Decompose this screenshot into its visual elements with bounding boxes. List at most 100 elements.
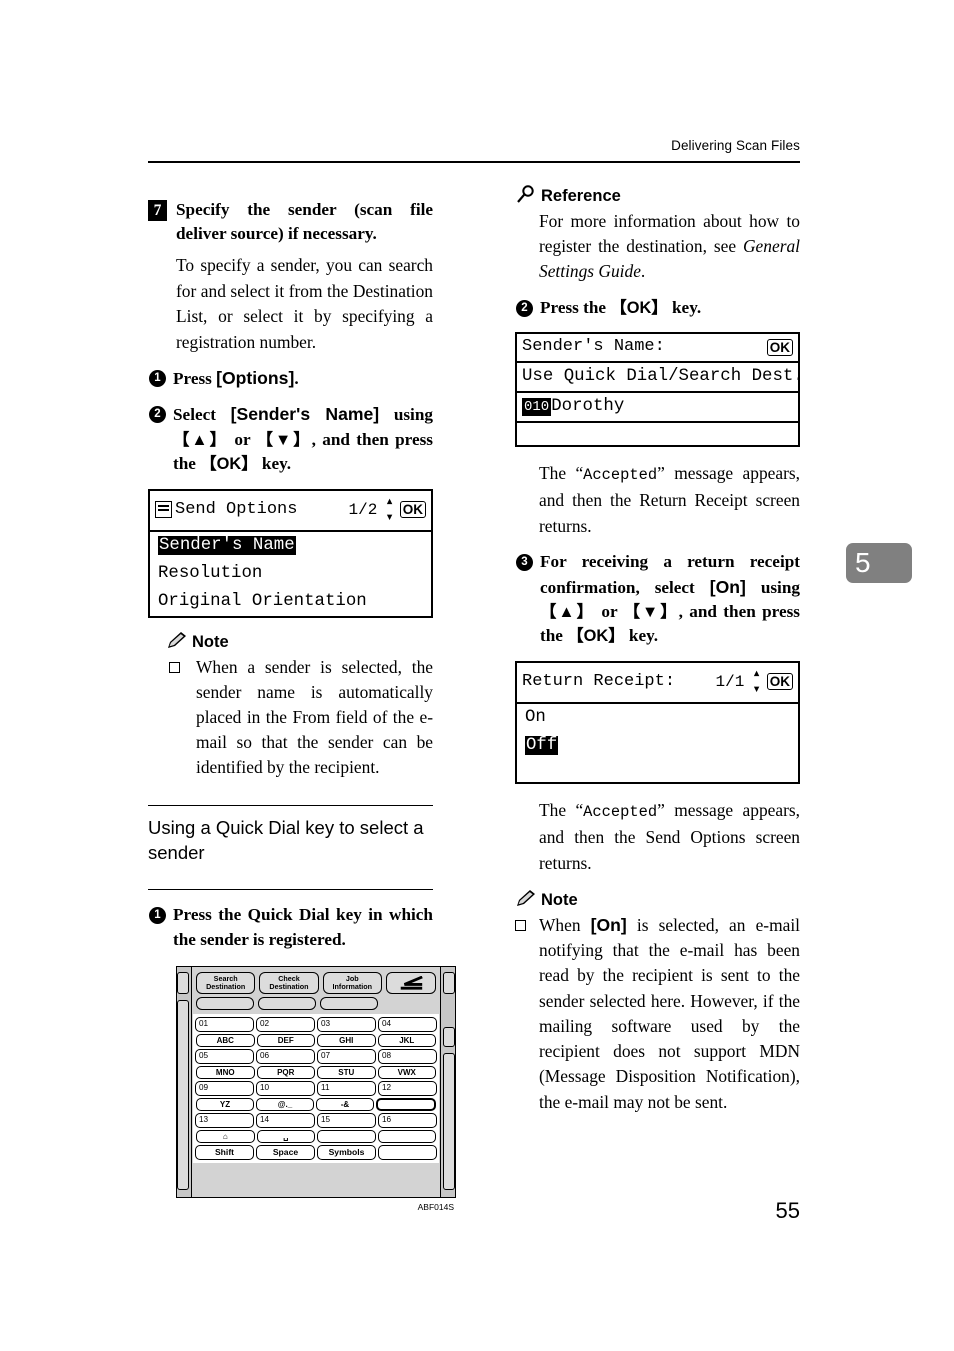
quick-dial-key-07[interactable]: 07 — [317, 1049, 376, 1065]
left-rail-button-top[interactable] — [177, 972, 189, 995]
blank-button-3[interactable] — [320, 997, 378, 1011]
down-arrow-key-right: 【▼】 — [623, 603, 679, 622]
quick-dial-key-04-label: 04 — [382, 1019, 392, 1029]
lcd-send-options: Send Options 1/2 ▴ ▾ OK Sender's Name Res… — [148, 488, 433, 618]
quick-dial-key-11[interactable]: 11 — [317, 1081, 376, 1097]
lcd-row-original-orientation[interactable]: Original Orientation — [150, 588, 431, 616]
letter-key-jkl[interactable]: JKL — [377, 1034, 436, 1048]
bottom-blank-key[interactable] — [378, 1145, 437, 1161]
substep-3-l2-a: confirmation, select — [540, 577, 710, 597]
quick-dial-key-09[interactable]: 09 — [195, 1081, 254, 1097]
shift-key-label: Shift — [214, 1147, 235, 1158]
quick-dial-key-14[interactable]: 14 — [256, 1113, 315, 1129]
senders-name-key: [Sender's Name] — [230, 404, 380, 425]
lcd-return-receipt: Return Receipt: 1/1 ▴ ▾ OK On Off — [515, 660, 800, 784]
letter-key-stu[interactable]: STU — [317, 1066, 376, 1080]
right-rail-button-top[interactable] — [443, 972, 455, 995]
right-rail-button-mid[interactable] — [443, 1027, 455, 1048]
note-callout-right: Note When [On] is selected, an e-mail no… — [515, 890, 800, 1115]
lcd-senders-name-prompt: Use Quick Dial/Search Dest. — [517, 363, 804, 394]
quick-dial-grid: 01 02 03 04 ABC DEF GHI JKL 05 06 07 08 … — [193, 1014, 439, 1164]
quick-dial-step-marker: 1 — [149, 907, 166, 925]
keypad-inner: Search Destination Check Destination Job… — [193, 967, 439, 1197]
section-rule-top — [148, 804, 433, 807]
header-rule — [148, 161, 800, 163]
substep-3-l1: For receiving a return receipt — [540, 552, 800, 572]
letter-key-at-symbols-label: @._ — [277, 1100, 293, 1110]
lcd-senders-name-entry[interactable]: 010 Dorothy — [517, 393, 798, 424]
letter-key-pqr-label: PQR — [277, 1068, 295, 1078]
reference-title-wrap: Reference — [515, 185, 800, 206]
start-key-icon[interactable] — [385, 972, 436, 995]
quick-dial-key-13[interactable]: 13 — [195, 1113, 254, 1129]
lcd-senders-name-title: Sender's Name: — [522, 337, 665, 357]
on-key-note: [On] — [590, 915, 627, 936]
quick-dial-key-02[interactable]: 02 — [256, 1017, 315, 1033]
quick-dial-key-04[interactable]: 04 — [378, 1017, 437, 1033]
substep-3-l2-b: using — [745, 577, 800, 597]
lcd-send-options-title: Send Options — [175, 499, 298, 519]
letter-key-ghi-label: GHI — [339, 1036, 354, 1046]
space-key[interactable]: Space — [256, 1145, 315, 1161]
search-destination-button[interactable]: Search Destination — [196, 972, 256, 995]
quick-dial-key-16[interactable]: 16 — [378, 1113, 437, 1129]
keypad-panel: Search Destination Check Destination Job… — [176, 966, 456, 1199]
symbols-key[interactable]: Symbols — [317, 1145, 376, 1161]
letter-key-dash-amp[interactable]: -& — [316, 1098, 374, 1112]
lcd-send-options-ok-cap: OK — [399, 501, 426, 519]
quick-dial-key-01[interactable]: 01 — [195, 1017, 254, 1033]
lcd-row-resolution[interactable]: Resolution — [150, 560, 431, 588]
quick-dial-key-05[interactable]: 05 — [195, 1049, 254, 1065]
quick-dial-key-12[interactable]: 12 — [378, 1081, 437, 1097]
blank-spacer — [382, 997, 436, 1010]
substep-1-text-after: . — [294, 369, 299, 389]
job-information-label: Job Information — [332, 974, 373, 992]
substep-3-l4-b: key. — [624, 626, 659, 646]
quick-dial-key-10[interactable]: 10 — [256, 1081, 315, 1097]
lcd-row-on[interactable]: On — [517, 704, 798, 732]
letter-key-home-icon[interactable]: ⌂ — [196, 1130, 255, 1144]
quick-dial-key-03[interactable]: 03 — [317, 1017, 376, 1033]
blank-button-2[interactable] — [258, 997, 316, 1011]
left-rail-button-bottom[interactable] — [177, 1000, 189, 1191]
keypad-blank-row — [193, 994, 439, 1011]
note-title-left: Note — [192, 632, 229, 651]
job-information-button[interactable]: Job Information — [322, 972, 382, 995]
chapter-tab-number: 5 — [855, 547, 871, 578]
lcd-row-senders-name[interactable]: Sender's Name — [150, 532, 431, 560]
entry-name: Dorothy — [551, 397, 625, 417]
letter-key-abc[interactable]: ABC — [196, 1034, 255, 1048]
symbols-key-label: Symbols — [328, 1147, 365, 1158]
quick-dial-key-06[interactable]: 06 — [256, 1049, 315, 1065]
letter-key-at-symbols[interactable]: @._ — [256, 1098, 314, 1112]
shift-key[interactable]: Shift — [195, 1145, 254, 1161]
reference-callout: Reference For more information about how… — [515, 185, 800, 285]
lcd-return-receipt-pagecount: 1/1 — [715, 672, 745, 691]
substep-1-press-options: 1 Press [Options]. — [148, 366, 433, 391]
letter-key-ghi[interactable]: GHI — [317, 1034, 376, 1048]
updown-arrow-icon-2: ▴ ▾ — [752, 665, 761, 698]
accepted-1-a: The “ — [539, 463, 584, 484]
letter-key-vwx[interactable]: VWX — [377, 1066, 436, 1080]
quick-dial-key-15[interactable]: 15 — [317, 1113, 376, 1129]
blank-button-1[interactable] — [196, 997, 254, 1011]
letter-key-pqr[interactable]: PQR — [256, 1066, 315, 1080]
letter-key-blank-3[interactable] — [317, 1130, 376, 1144]
accepted-2-a: The “ — [539, 799, 584, 820]
pencil-icon — [515, 889, 537, 908]
quick-dial-key-08[interactable]: 08 — [378, 1049, 437, 1065]
check-destination-label: Check Destination — [269, 974, 309, 992]
check-destination-button[interactable]: Check Destination — [259, 972, 319, 995]
step-7: 7 Specify the sender (scan file deliver … — [148, 198, 433, 355]
letter-key-yz[interactable]: YZ — [196, 1098, 254, 1112]
letter-key-def[interactable]: DEF — [256, 1034, 315, 1048]
letter-key-mno[interactable]: MNO — [196, 1066, 255, 1080]
quick-dial-number-row-3: 09 10 11 12 — [195, 1081, 437, 1097]
right-rail-button-bottom[interactable] — [443, 1053, 455, 1191]
letter-key-blank-4[interactable] — [377, 1130, 436, 1144]
lcd-row-off[interactable]: Off — [517, 732, 798, 760]
letter-key-home-icon-label: ⌂ — [222, 1132, 228, 1142]
letter-key-blank-selected[interactable] — [376, 1098, 436, 1112]
keypad-left-rail — [177, 967, 192, 1198]
letter-key-space-icon[interactable]: ␣ — [256, 1130, 315, 1144]
